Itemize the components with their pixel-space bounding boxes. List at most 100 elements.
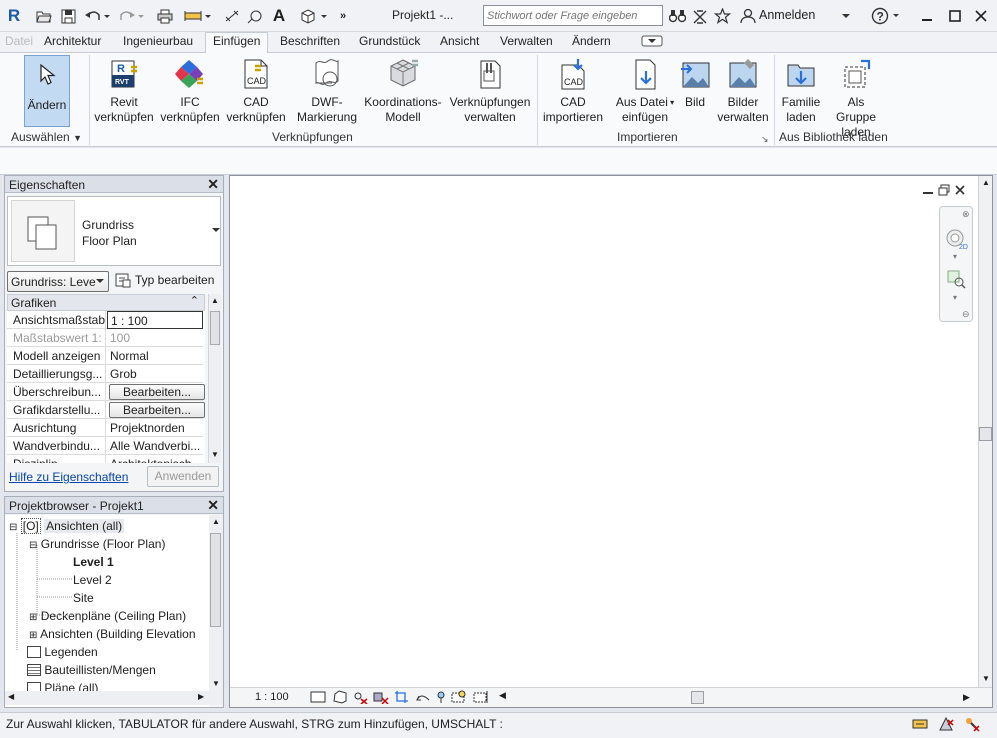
revit-link-button[interactable]: RVT R Revit verknüpfen	[93, 57, 155, 125]
tab-beschriften[interactable]: Beschriften	[280, 34, 340, 48]
insert-from-file-button[interactable]: Aus Datei ▾ einfügen	[612, 57, 678, 125]
text-icon[interactable]: A	[269, 6, 289, 26]
tag-icon[interactable]	[245, 6, 265, 26]
properties-help-link[interactable]: Hilfe zu Eigenschaften	[9, 470, 128, 484]
tab-ingenieurbau[interactable]: Ingenieurbau	[123, 34, 193, 48]
open-icon[interactable]	[34, 6, 54, 26]
nav-bar-options-icon[interactable]: ⊖	[962, 309, 970, 320]
search-input[interactable]	[483, 5, 663, 26]
browser-scrollbar[interactable]: ▲ ▼	[209, 515, 223, 691]
tree-item[interactable]: Bauteillisten/Mengen	[27, 663, 156, 677]
detail-level-icon[interactable]	[310, 690, 326, 704]
tab-ansicht[interactable]: Ansicht	[440, 34, 479, 48]
type-selector[interactable]: Grundriss Floor Plan	[7, 196, 221, 266]
chevron-down-icon[interactable]	[840, 6, 852, 26]
tree-item[interactable]: Level 1	[73, 555, 114, 569]
instance-filter-dropdown[interactable]: Grundriss: Leve	[7, 271, 109, 292]
print-icon[interactable]	[155, 6, 175, 26]
import-cad-button[interactable]: CAD CAD importieren	[540, 57, 606, 125]
binoculars-icon[interactable]	[667, 6, 687, 26]
panel-import-dialog-launcher[interactable]: ↘	[761, 134, 769, 145]
visual-style-icon[interactable]	[331, 690, 347, 704]
manage-images-button[interactable]: Bilder verwalten	[714, 57, 772, 125]
graphics-group-header[interactable]: Grafiken ⌃	[7, 294, 205, 311]
scroll-thumb[interactable]	[979, 427, 992, 441]
ifc-link-button[interactable]: IFC verknüpfen	[158, 57, 222, 125]
select-links-icon[interactable]	[912, 716, 928, 732]
minimize-icon[interactable]	[917, 6, 937, 26]
maximize-icon[interactable]	[945, 6, 965, 26]
dwf-markup-button[interactable]: DWF- Markierung	[293, 57, 361, 125]
save-icon[interactable]	[58, 6, 78, 26]
modify-button[interactable]: Ändern	[24, 55, 70, 127]
aligned-dimension-icon[interactable]	[222, 6, 242, 26]
tab-aendern[interactable]: Ändern	[572, 34, 611, 48]
edit-graphic-display-button[interactable]: Bearbeiten...	[109, 402, 205, 418]
revit-logo[interactable]: R	[6, 6, 22, 26]
communication-center-icon[interactable]	[690, 6, 710, 26]
title-bar: R A » Projekt1 -... Anmelden ?	[0, 0, 997, 32]
temporary-hide-icon[interactable]	[451, 690, 467, 704]
tree-item[interactable]: Site	[73, 591, 94, 605]
close-icon[interactable]	[971, 6, 991, 26]
view-close-icon	[955, 185, 965, 195]
prop-row[interactable]: DisziplinArchitektonisch	[7, 455, 203, 463]
browser-hscrollbar[interactable]: ◀ ▶	[5, 691, 223, 705]
browser-close-icon[interactable]: ✕	[207, 497, 219, 514]
zoom-region-icon[interactable]	[946, 269, 966, 289]
tab-verwalten[interactable]: Verwalten	[500, 34, 553, 48]
tab-grundstueck[interactable]: Grundstück	[359, 34, 420, 48]
load-family-button[interactable]: Familie laden	[777, 57, 825, 125]
scroll-thumb[interactable]	[210, 311, 220, 345]
prop-row[interactable]: Ausrichtung Projektnorden	[7, 419, 203, 437]
select-pinned-icon[interactable]	[964, 716, 980, 732]
prop-row[interactable]: Detaillierungsg... Grob	[7, 365, 203, 383]
tab-architektur[interactable]: Architektur	[44, 34, 101, 48]
canvas-hscroll-thumb[interactable]	[691, 691, 704, 704]
prop-row[interactable]: Überschreibun... Bearbeiten...	[7, 383, 205, 401]
user-icon[interactable]	[738, 6, 758, 26]
prop-row[interactable]: Ansichtsmaßstab 1 : 100	[7, 311, 203, 329]
edit-overrides-button[interactable]: Bearbeiten...	[109, 384, 205, 400]
ribbon-minimize-toggle[interactable]	[641, 35, 669, 47]
shadows-icon[interactable]	[373, 690, 389, 704]
panel-select-label[interactable]: Auswählen ▼	[11, 130, 82, 144]
properties-close-icon[interactable]: ✕	[207, 176, 219, 193]
sign-in-button[interactable]: Anmelden	[759, 8, 815, 22]
undo-icon[interactable]	[84, 6, 110, 26]
more-icon[interactable]: »	[336, 6, 350, 26]
tree-item[interactable]: Level 2	[73, 573, 112, 587]
image-button[interactable]: Bild	[679, 57, 711, 110]
unlocked-3d-icon[interactable]	[436, 690, 446, 704]
coordination-model-button[interactable]: Koordinations- Modell	[363, 57, 443, 125]
redo-icon[interactable]	[118, 6, 144, 26]
show-crop-icon[interactable]	[415, 690, 431, 704]
prop-row[interactable]: Wandverbindu... Alle Wandverbi...	[7, 437, 203, 455]
canvas-vscrollbar[interactable]: ▲ ▼	[978, 176, 992, 688]
cad-link-button[interactable]: CAD CAD verknüpfen	[224, 57, 288, 125]
scroll-thumb[interactable]	[210, 533, 221, 627]
3d-view-icon[interactable]	[300, 6, 328, 26]
select-underlay-icon[interactable]	[938, 716, 954, 732]
prop-row: Maßstabswert 1: 100	[7, 329, 203, 347]
favorites-star-icon[interactable]	[712, 6, 732, 26]
reveal-hidden-icon[interactable]	[472, 690, 490, 704]
prop-row[interactable]: Modell anzeigen Normal	[7, 347, 203, 365]
tree-item[interactable]: ⊟ [O] Ansichten (all)	[9, 518, 125, 534]
drawing-area[interactable]: ⊗ 2D ▾ ▾ ⊖ ▲ ▼ 1 : 100 ◀ ▶	[229, 175, 993, 708]
manage-links-button[interactable]: Verknüpfungen verwalten	[447, 57, 533, 125]
help-icon[interactable]: ?	[871, 6, 901, 26]
crop-view-icon[interactable]	[394, 690, 410, 704]
steering-wheel-2d-icon[interactable]: 2D	[945, 227, 969, 251]
apply-button[interactable]: Anwenden	[147, 466, 219, 487]
edit-type-button[interactable]: Typ bearbeiten	[115, 272, 214, 288]
nav-bar-close-icon[interactable]: ⊗	[962, 209, 970, 220]
tab-datei[interactable]: Datei	[5, 34, 33, 48]
sun-path-icon[interactable]	[352, 690, 368, 704]
measure-icon[interactable]	[184, 6, 212, 26]
load-as-group-button[interactable]: Als Gruppe laden	[826, 57, 886, 140]
properties-scrollbar[interactable]: ▲ ▼	[208, 294, 221, 463]
prop-row[interactable]: Grafikdarstellu... Bearbeiten...	[7, 401, 205, 419]
tab-einfuegen[interactable]: Einfügen	[205, 32, 269, 53]
view-scale[interactable]: 1 : 100	[255, 691, 289, 703]
